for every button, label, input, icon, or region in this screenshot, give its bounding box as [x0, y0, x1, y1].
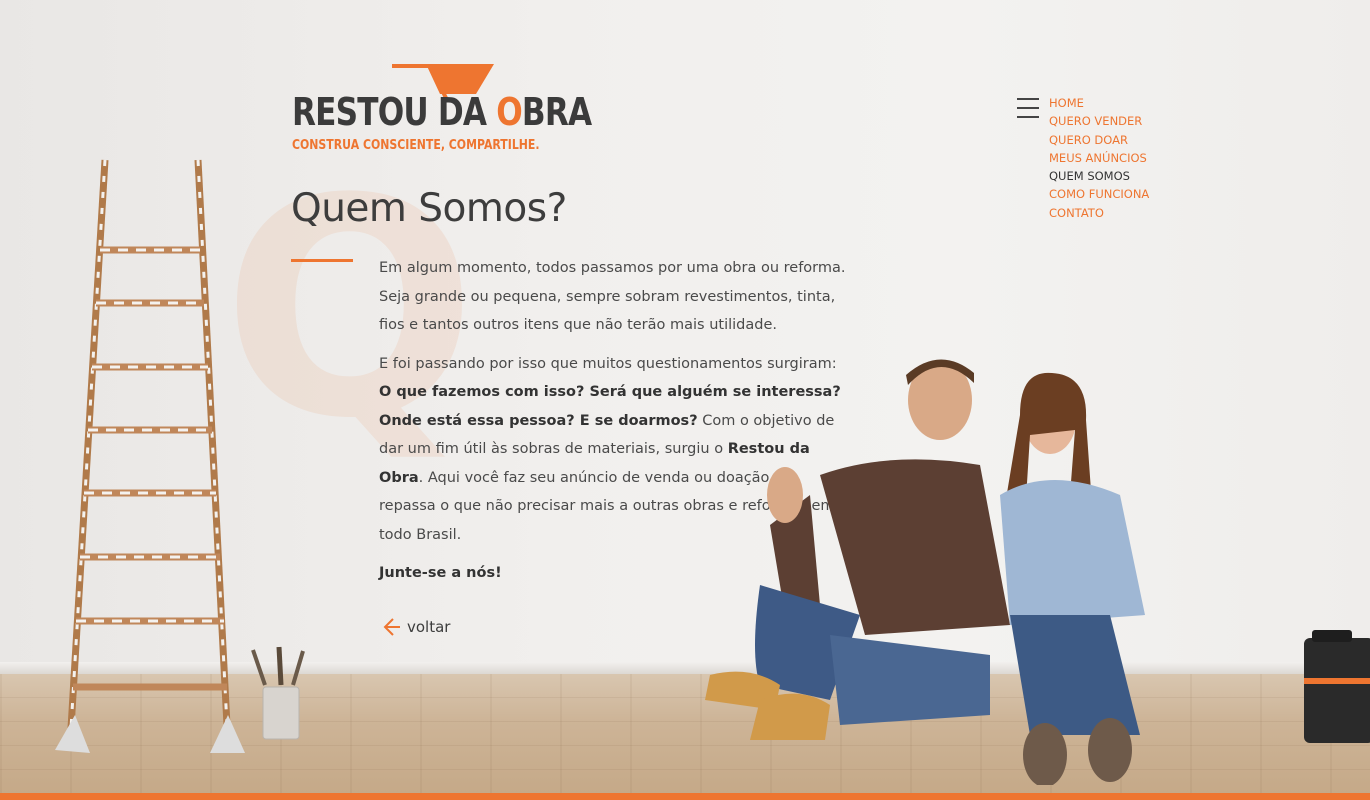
nav-item-quero-doar[interactable]: QUERO DOAR: [1049, 131, 1149, 149]
back-link[interactable]: voltar: [383, 617, 450, 637]
paint-can-image: [251, 646, 305, 740]
title-underline: [291, 259, 353, 262]
nav-item-meus-anuncios[interactable]: MEUS ANÚNCIOS: [1049, 149, 1149, 167]
logo-wordmark: RESTOU DA OBRA: [292, 90, 592, 134]
logo-tagline: CONSTRUA CONSCIENTE, COMPARTILHE.: [292, 138, 540, 153]
arrow-left-icon: [383, 618, 400, 636]
nav-item-quero-vender[interactable]: QUERO VENDER: [1049, 112, 1149, 130]
nav-item-quem-somos[interactable]: QUEM SOMOS: [1049, 167, 1149, 185]
nav-item-home[interactable]: HOME: [1049, 94, 1149, 112]
logo[interactable]: RESTOU DA OBRA CONSTRUA CONSCIENTE, COMP…: [292, 60, 592, 155]
back-label: voltar: [407, 618, 451, 636]
ladder-image: [55, 159, 245, 753]
toolbox-image: [1304, 630, 1370, 743]
couple-photo: [705, 359, 1145, 785]
nav-item-contato[interactable]: CONTATO: [1049, 204, 1149, 222]
about-paragraph-1: Em algum momento, todos passamos por uma…: [379, 260, 846, 333]
footer-accent-bar: [0, 793, 1370, 800]
main-nav: HOME QUERO VENDER QUERO DOAR MEUS ANÚNCI…: [1049, 94, 1149, 222]
nav-item-como-funciona[interactable]: COMO FUNCIONA: [1049, 185, 1149, 203]
hamburger-icon[interactable]: [1017, 98, 1039, 120]
page-title: Quem Somos?: [291, 186, 567, 231]
